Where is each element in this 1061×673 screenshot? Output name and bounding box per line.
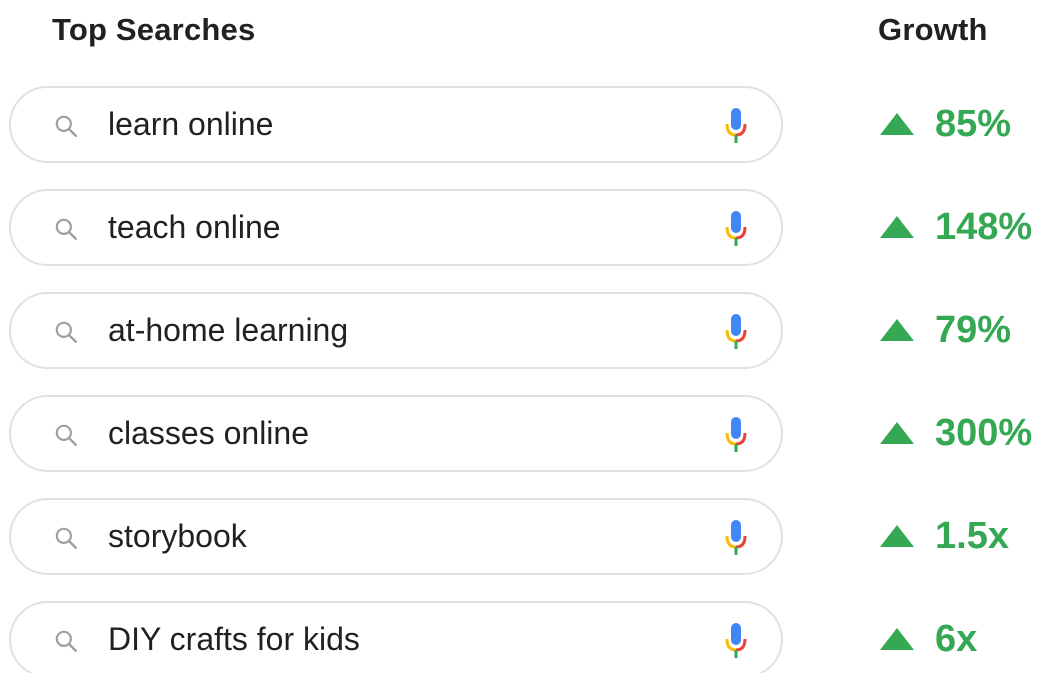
triangle-up-icon <box>880 525 914 547</box>
search-row: classes online 300% <box>0 395 1061 476</box>
search-query-text[interactable]: at-home learning <box>108 312 348 349</box>
mic-icon[interactable] <box>725 417 747 453</box>
search-icon <box>55 321 77 343</box>
mic-icon[interactable] <box>725 211 747 247</box>
search-icon <box>55 218 77 240</box>
search-query-text[interactable]: DIY crafts for kids <box>108 621 360 658</box>
triangle-up-icon <box>880 216 914 238</box>
growth-indicator: 6x <box>880 615 977 663</box>
top-searches-heading: Top Searches <box>52 12 256 47</box>
triangle-up-icon <box>880 319 914 341</box>
growth-value: 1.5x <box>935 514 1009 557</box>
search-box[interactable]: learn online <box>9 86 783 163</box>
growth-value: 6x <box>935 617 978 660</box>
mic-icon[interactable] <box>725 108 747 144</box>
growth-indicator: 1.5x <box>880 512 1009 560</box>
mic-icon[interactable] <box>725 520 747 556</box>
growth-value: 300% <box>935 411 1033 454</box>
growth-heading: Growth <box>878 12 988 47</box>
triangle-up-icon <box>880 628 914 650</box>
search-row: at-home learning 79% <box>0 292 1061 373</box>
search-icon <box>55 424 77 446</box>
growth-indicator: 300% <box>880 409 1032 457</box>
top-searches-page: Top Searches Growth learn online 85% tea… <box>0 0 1061 673</box>
search-query-text[interactable]: teach online <box>108 209 281 246</box>
search-box[interactable]: DIY crafts for kids <box>9 601 783 673</box>
search-box[interactable]: storybook <box>9 498 783 575</box>
search-query-text[interactable]: learn online <box>108 106 273 143</box>
growth-indicator: 79% <box>880 306 1011 354</box>
search-box[interactable]: at-home learning <box>9 292 783 369</box>
search-row: learn online 85% <box>0 86 1061 167</box>
search-query-text[interactable]: storybook <box>108 518 247 555</box>
mic-icon[interactable] <box>725 314 747 350</box>
triangle-up-icon <box>880 422 914 444</box>
search-row: DIY crafts for kids 6x <box>0 601 1061 673</box>
search-icon <box>55 527 77 549</box>
triangle-up-icon <box>880 113 914 135</box>
growth-value: 148% <box>935 205 1033 248</box>
search-icon <box>55 630 77 652</box>
search-list: learn online 85% teach online 148% at-ho… <box>0 86 1061 673</box>
search-icon <box>55 115 77 137</box>
search-row: storybook 1.5x <box>0 498 1061 579</box>
growth-value: 79% <box>935 308 1012 351</box>
growth-indicator: 148% <box>880 203 1032 251</box>
search-row: teach online 148% <box>0 189 1061 270</box>
search-query-text[interactable]: classes online <box>108 415 309 452</box>
search-box[interactable]: teach online <box>9 189 783 266</box>
growth-indicator: 85% <box>880 100 1011 148</box>
search-box[interactable]: classes online <box>9 395 783 472</box>
growth-value: 85% <box>935 102 1012 145</box>
mic-icon[interactable] <box>725 623 747 659</box>
